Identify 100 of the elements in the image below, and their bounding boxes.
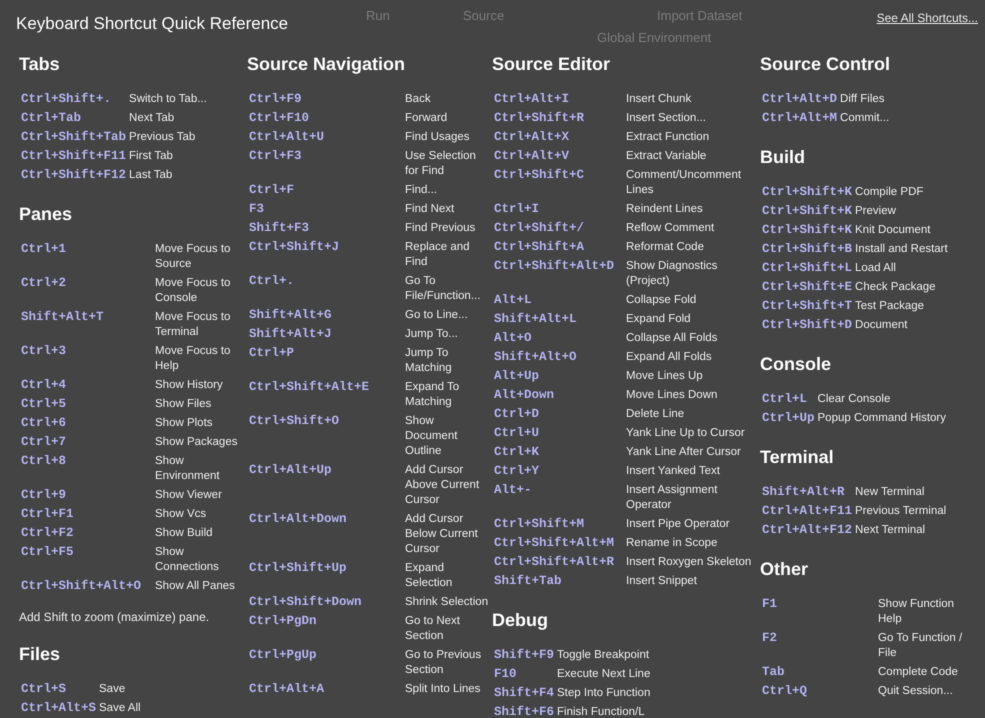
shortcut-keys: Ctrl+Shift+Down — [247, 593, 402, 612]
shortcut-action: Forward — [405, 111, 448, 126]
shortcut-action: Insert Yanked Text — [626, 464, 721, 479]
shortcut-action: Show Document Outline — [405, 414, 458, 459]
shortcut-action: Replace and Find — [405, 240, 471, 270]
shortcut-action: Show Packages — [155, 435, 238, 450]
shortcut-action: Popup Command History — [818, 411, 946, 426]
shortcut-action: Jump To Matching — [405, 346, 453, 376]
section-heading: Terminal — [760, 446, 834, 469]
shortcut-action: Load All — [855, 261, 897, 276]
shortcut-action: Find... — [405, 183, 438, 198]
shortcut-keys: Ctrl+F — [247, 181, 402, 200]
background-label: Global Environment — [597, 30, 712, 46]
shortcut-action: Use Selection for Find — [405, 149, 477, 179]
shortcut-action: Move Focus to Help — [155, 344, 232, 374]
shortcut-keys: Ctrl+F9 — [247, 90, 402, 109]
shortcut-keys: Ctrl+Tab — [19, 109, 126, 128]
shortcut-keys: Alt+- — [492, 481, 623, 515]
background-label: Source — [463, 8, 504, 24]
shortcut-action: Expand Selection — [405, 561, 454, 591]
shortcut-keys: Ctrl+PgUp — [247, 646, 402, 680]
shortcut-keys: F3 — [247, 200, 402, 219]
shortcut-action: Find Previous — [405, 221, 476, 236]
shortcut-keys: F1 — [760, 595, 875, 629]
shortcut-action: Move Lines Down — [626, 388, 718, 403]
shortcut-keys: Tab — [760, 663, 875, 682]
shortcut-keys: Ctrl+Alt+F12 — [760, 521, 852, 540]
shortcut-action: Commit... — [840, 111, 890, 126]
shortcut-action: Rename in Scope — [626, 536, 718, 551]
shortcut-keys: Ctrl+Shift+A — [492, 238, 623, 257]
shortcut-action: Expand All Folds — [626, 350, 713, 365]
shortcut-action: Show Build — [155, 526, 214, 541]
shortcut-keys: Ctrl+Q — [760, 682, 875, 701]
shortcut-keys: Shift+Alt+O — [492, 348, 623, 367]
shortcut-action: Switch to Tab... — [129, 92, 208, 107]
shortcut-keys: Ctrl+Alt+A — [247, 680, 402, 699]
overlay-title: Keyboard Shortcut Quick Reference — [16, 13, 288, 35]
shortcut-keys: Ctrl+Shift+K — [760, 183, 852, 202]
shortcut-keys: Ctrl+Shift+Alt+R — [492, 553, 623, 572]
shortcut-keys: Ctrl+F10 — [247, 109, 402, 128]
shortcut-action: Comment/Uncomment Lines — [626, 168, 742, 198]
shortcut-action: Split Into Lines — [405, 682, 482, 697]
shortcut-keys: Ctrl+Shift+K — [760, 221, 852, 240]
shortcut-action: Extract Function — [626, 130, 710, 145]
shortcut-keys: Ctrl+F1 — [19, 505, 152, 524]
shortcut-action: Yank Line Up to Cursor — [626, 426, 746, 441]
shortcut-keys: Ctrl+Alt+S — [19, 699, 96, 718]
shortcut-action: Check Package — [855, 280, 937, 295]
shortcut-action: Save All — [99, 701, 142, 716]
shortcut-action: Expand To Matching — [405, 380, 460, 410]
background-label: Import Dataset — [657, 8, 742, 24]
shortcut-keys: Shift+Alt+L — [492, 310, 623, 329]
shortcut-action: Toggle Breakpoint — [557, 648, 650, 663]
shortcut-action: Last Tab — [129, 168, 174, 183]
shortcut-keys: Ctrl+Shift+Up — [247, 559, 402, 593]
shortcut-action: Document — [855, 318, 908, 333]
shortcut-action: Insert Pipe Operator — [626, 517, 731, 532]
shortcut-keys: Shift+Tab — [492, 572, 623, 591]
section-heading: Tabs — [19, 53, 60, 76]
shortcut-keys: Ctrl+Shift+D — [760, 316, 852, 335]
shortcut-action: Previous Terminal — [855, 504, 946, 519]
shortcut-action: Shrink Selection — [405, 595, 489, 610]
shortcut-keys: F10 — [492, 665, 554, 684]
shortcut-keys: Ctrl+7 — [19, 433, 152, 452]
shortcut-keys: Ctrl+Shift+K — [760, 202, 852, 221]
shortcut-keys: Ctrl+Shift+F11 — [19, 147, 126, 166]
shortcut-action: Show Function Help — [878, 597, 956, 627]
shortcut-keys: Ctrl+U — [492, 424, 623, 443]
shortcut-keys: Ctrl+Shift+Alt+M — [492, 534, 623, 553]
shortcut-action: Reindent Lines — [626, 202, 704, 217]
section-heading: Console — [760, 353, 832, 376]
shortcut-action: Step Into Function — [557, 686, 652, 701]
shortcut-keys: Ctrl+. — [247, 272, 402, 306]
shortcut-action: Collapse All Folds — [626, 331, 718, 346]
shortcut-keys: F2 — [760, 629, 875, 663]
shortcut-action: Insert Snippet — [626, 574, 698, 589]
shortcut-keys: Shift+Alt+J — [247, 325, 402, 344]
see-all-shortcuts-link[interactable]: See All Shortcuts... — [876, 11, 978, 25]
shortcut-keys: Ctrl+Shift+C — [492, 166, 623, 200]
shortcut-action: Quit Session... — [878, 684, 954, 699]
shortcut-keys: Ctrl+Shift+L — [760, 259, 852, 278]
shortcut-action: Compile PDF — [855, 185, 924, 200]
shortcut-action: Show Environment — [155, 454, 221, 484]
shortcut-action: Extract Variable — [626, 149, 708, 164]
shortcut-keys: Ctrl+D — [492, 405, 623, 424]
shortcut-action: Go to Line... — [405, 308, 469, 323]
shortcut-keys: Ctrl+F2 — [19, 524, 152, 543]
shortcut-action: Execute Next Line — [557, 667, 652, 682]
shortcut-keys: Ctrl+Shift+Tab — [19, 128, 126, 147]
shortcut-action: Preview — [855, 204, 897, 219]
shortcut-keys: Alt+Down — [492, 386, 623, 405]
shortcut-keys: Ctrl+S — [19, 680, 96, 699]
shortcut-action: Back — [405, 92, 432, 107]
shortcut-action: Next Terminal — [855, 523, 926, 538]
shortcut-action: Insert Chunk — [626, 92, 692, 107]
shortcut-action: Move Focus to Source — [155, 242, 232, 272]
shortcut-keys: Ctrl+Shift+R — [492, 109, 623, 128]
note-text: Add Shift to zoom (maximize) pane. — [19, 610, 210, 625]
shortcut-keys: Ctrl+I — [492, 200, 623, 219]
shortcut-keys: Shift+F3 — [247, 219, 402, 238]
